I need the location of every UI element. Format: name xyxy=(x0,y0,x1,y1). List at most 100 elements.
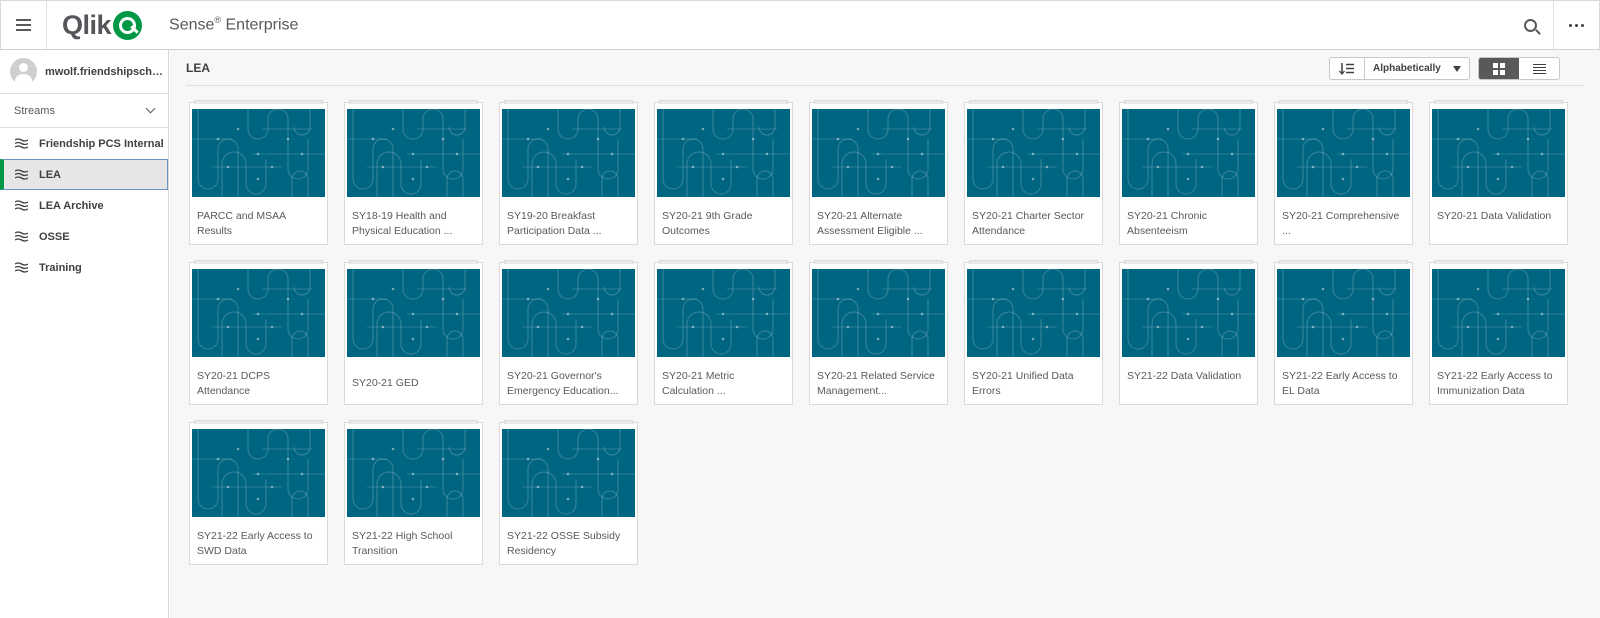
qlik-logo[interactable]: Qlik xyxy=(62,1,143,49)
sort-order-icon xyxy=(1339,62,1354,75)
app-thumbnail xyxy=(192,429,325,517)
sidebar-item-label: Friendship PCS Internal xyxy=(39,137,164,150)
streams-toggle[interactable]: Streams xyxy=(0,94,168,128)
app-title: SY19-20 Breakfast Participation Data ... xyxy=(507,210,602,237)
app-card[interactable]: SY20-21 Data Validation xyxy=(1429,100,1568,245)
dropdown-arrow-icon xyxy=(1453,65,1461,72)
app-card[interactable]: SY21-22 Data Validation xyxy=(1119,260,1258,405)
app-card[interactable]: SY20-21 Comprehensive ... xyxy=(1274,100,1413,245)
app-card[interactable]: SY20-21 Related Service Management... xyxy=(809,260,948,405)
app-thumbnail xyxy=(1122,109,1255,197)
sidebar-item-label: Training xyxy=(39,261,82,274)
hamburger-menu-button[interactable] xyxy=(1,1,47,49)
app-card[interactable]: SY18-19 Health and Physical Education ..… xyxy=(344,100,483,245)
sidebar-item-osse[interactable]: OSSE xyxy=(0,221,168,252)
app-title: SY21-22 Early Access to Immunization Dat… xyxy=(1437,370,1553,397)
sort-dropdown-value: Alphabetically xyxy=(1373,63,1441,74)
sidebar: mwolf.friendshipscho... Streams Friendsh… xyxy=(0,50,169,618)
list-icon xyxy=(1532,63,1546,74)
app-title: SY20-21 Data Validation xyxy=(1437,210,1552,222)
app-thumbnail xyxy=(1432,269,1565,357)
sidebar-item-lea[interactable]: LEA xyxy=(0,159,168,190)
product-name-suffix: Enterprise xyxy=(221,16,299,34)
stream-icon xyxy=(15,169,28,180)
app-title: SY20-21 DCPS Attendance xyxy=(197,370,270,397)
app-title: SY20-21 Comprehensive ... xyxy=(1282,210,1400,237)
app-card[interactable]: SY21-22 Early Access to EL Data xyxy=(1274,260,1413,405)
app-card[interactable]: SY20-21 9th Grade Outcomes xyxy=(654,100,793,245)
streams-label: Streams xyxy=(14,104,55,117)
app-title: SY21-22 Data Validation xyxy=(1127,370,1242,382)
user-profile[interactable]: mwolf.friendshipscho... xyxy=(0,50,168,94)
app-card[interactable]: SY20-21 Metric Calculation ... xyxy=(654,260,793,405)
app-thumbnail xyxy=(502,109,635,197)
app-card[interactable]: SY19-20 Breakfast Participation Data ... xyxy=(499,100,638,245)
app-title: SY20-21 Charter Sector Attendance xyxy=(972,210,1085,237)
stream-list: Friendship PCS Internal LEA LEA Archive OSS… xyxy=(0,128,168,283)
app-title: SY21-22 Early Access to SWD Data xyxy=(197,530,313,557)
app-card[interactable]: SY20-21 Chronic Absenteeism xyxy=(1119,100,1258,245)
app-thumbnail xyxy=(347,269,480,357)
app-title: SY20-21 Metric Calculation ... xyxy=(662,370,735,397)
stream-icon xyxy=(15,200,28,211)
search-icon xyxy=(1523,18,1537,32)
stream-icon xyxy=(15,138,28,149)
app-title: SY21-22 Early Access to EL Data xyxy=(1282,370,1398,397)
app-thumbnail xyxy=(1432,109,1565,197)
app-title: SY21-22 OSSE Subsidy Residency xyxy=(507,530,621,557)
view-controls: Alphabetically xyxy=(1329,57,1560,80)
app-card[interactable]: PARCC and MSAA Results xyxy=(189,100,328,245)
app-card[interactable]: SY20-21 GED xyxy=(344,260,483,405)
app-title: SY20-21 9th Grade Outcomes xyxy=(662,210,753,237)
app-thumbnail xyxy=(347,109,480,197)
grid-icon xyxy=(1493,62,1505,75)
more-options-button[interactable] xyxy=(1553,1,1599,49)
app-thumbnail xyxy=(657,109,790,197)
app-thumbnail xyxy=(1277,269,1410,357)
app-thumbnail xyxy=(657,269,790,357)
app-title: SY20-21 Related Service Management... xyxy=(817,370,935,397)
logo-q-icon xyxy=(113,10,143,40)
more-icon xyxy=(1569,23,1584,27)
app-thumbnail xyxy=(967,109,1100,197)
sidebar-item-lea-archive[interactable]: LEA Archive xyxy=(0,190,168,221)
list-view-button[interactable] xyxy=(1519,58,1559,79)
app-thumbnail xyxy=(192,269,325,357)
app-thumbnail xyxy=(347,429,480,517)
app-title: SY20-21 Alternate Assessment Eligible ..… xyxy=(817,210,923,237)
app-thumbnail xyxy=(502,269,635,357)
sort-order-button[interactable] xyxy=(1330,58,1365,79)
hamburger-icon xyxy=(16,19,31,31)
main-content: LEA Alphabetically PARCC and MSAA Result… xyxy=(170,50,1600,618)
app-thumbnail xyxy=(1122,269,1255,357)
app-thumbnail xyxy=(192,109,325,197)
stream-icon xyxy=(15,262,28,273)
sidebar-item-training[interactable]: Training xyxy=(0,252,168,283)
app-card[interactable]: SY20-21 DCPS Attendance xyxy=(189,260,328,405)
app-card[interactable]: SY20-21 Governor's Emergency Education..… xyxy=(499,260,638,405)
app-card[interactable]: SY20-21 Unified Data Errors xyxy=(964,260,1103,405)
app-card[interactable]: SY21-22 Early Access to SWD Data xyxy=(189,420,328,565)
sidebar-item-friendship-pcs-internal[interactable]: Friendship PCS Internal xyxy=(0,128,168,159)
app-card[interactable]: SY20-21 Alternate Assessment Eligible ..… xyxy=(809,100,948,245)
app-card[interactable]: SY20-21 Charter Sector Attendance xyxy=(964,100,1103,245)
view-toggle xyxy=(1478,57,1560,80)
product-name: Sense® Enterprise xyxy=(169,15,298,34)
logo-text: Qlik xyxy=(62,9,112,40)
app-card[interactable]: SY21-22 Early Access to Immunization Dat… xyxy=(1429,260,1568,405)
grid-view-button[interactable] xyxy=(1479,58,1519,79)
chevron-down-icon xyxy=(145,103,156,114)
app-grid: PARCC and MSAA Results SY18-19 Health and… xyxy=(189,100,1569,565)
app-card[interactable]: SY21-22 High School Transition xyxy=(344,420,483,565)
sort-dropdown[interactable]: Alphabetically xyxy=(1365,58,1469,79)
product-name-main: Sense xyxy=(169,16,215,34)
top-right-actions xyxy=(1507,1,1599,49)
page-title: LEA xyxy=(186,60,210,75)
app-title: SY20-21 Chronic Absenteeism xyxy=(1127,210,1207,237)
sort-control: Alphabetically xyxy=(1329,57,1470,80)
app-thumbnail xyxy=(812,269,945,357)
search-button[interactable] xyxy=(1507,1,1553,49)
app-thumbnail xyxy=(502,429,635,517)
avatar-icon xyxy=(10,58,37,85)
app-card[interactable]: SY21-22 OSSE Subsidy Residency xyxy=(499,420,638,565)
